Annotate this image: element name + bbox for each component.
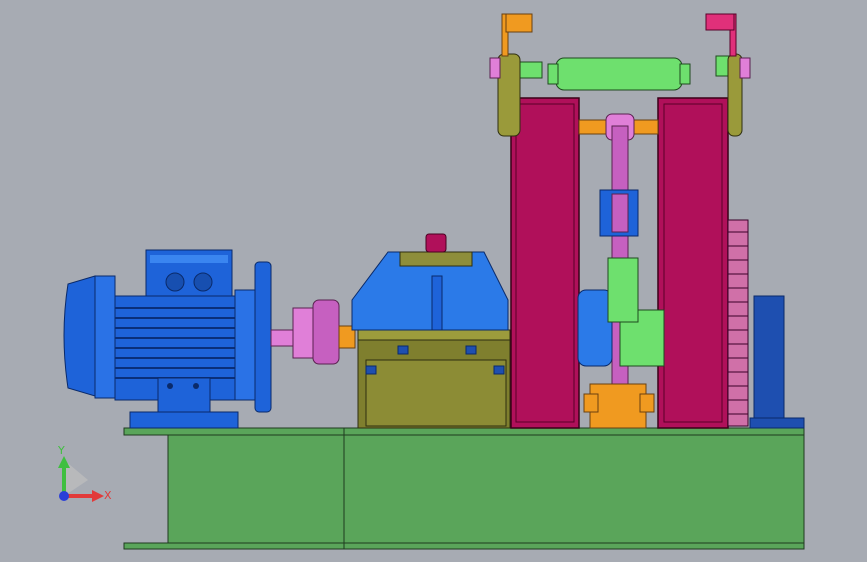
electric-motor[interactable]	[63, 249, 272, 429]
base-frame[interactable]	[123, 427, 805, 550]
shaft-coupling[interactable]	[270, 299, 356, 365]
left-roller-stand[interactable]	[510, 97, 580, 429]
x-axis-label: X	[104, 489, 112, 502]
y-axis-label: Y	[57, 444, 65, 457]
coordinate-triad: Y X	[57, 444, 112, 502]
bearing-block[interactable]	[749, 295, 805, 429]
y-axis-arrow	[58, 456, 70, 468]
x-axis-arrow	[92, 490, 104, 502]
gearbox[interactable]	[351, 233, 511, 429]
lower-roller[interactable]	[577, 257, 665, 429]
right-roller-stand[interactable]	[657, 97, 729, 429]
assembly-drawing: Y X	[57, 13, 805, 550]
z-axis-origin	[59, 491, 69, 501]
cad-viewport[interactable]: Y X	[0, 0, 867, 562]
top-roller[interactable]	[519, 55, 741, 91]
drive-gear[interactable]	[727, 219, 749, 427]
